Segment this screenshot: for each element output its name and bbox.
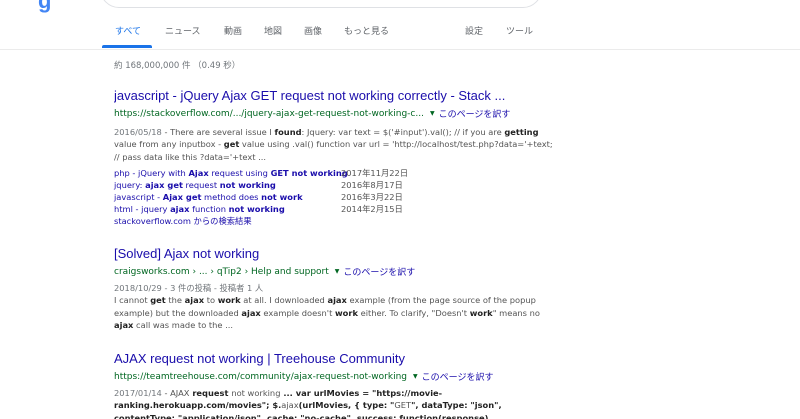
sitelinks: php - jQuery with Ajax request using GET…: [114, 167, 554, 227]
result-snippet: 2016/05/18 - There are several issue I f…: [114, 127, 553, 162]
translate-link[interactable]: このページを訳す: [439, 107, 511, 120]
sitelink[interactable]: javascript - Ajax get method does not wo…: [114, 191, 341, 203]
result-title-link[interactable]: AJAX request not working | Treehouse Com…: [114, 351, 554, 366]
sitelink-date: 2016年3月22日: [341, 192, 403, 203]
sitelink-date: 2014年2月15日: [341, 204, 403, 215]
tab-maps[interactable]: 地図: [264, 24, 282, 37]
result-url: craigsworks.com › ... › qTip2 › Help and…: [114, 266, 329, 277]
result-date: 2018/10/29: [114, 283, 162, 293]
tab-more[interactable]: もっと見る: [344, 24, 389, 37]
search-tabs: すべて ニュース 動画 地図 画像 もっと見る 設定 ツール: [0, 24, 800, 49]
search-result: [Solved] Ajax not working craigsworks.co…: [114, 246, 554, 332]
translate-link[interactable]: このページを訳す: [422, 370, 494, 383]
sitelink[interactable]: php - jQuery with Ajax request using GET…: [114, 167, 348, 179]
result-date: 2017/01/14: [114, 388, 162, 398]
translate-link[interactable]: このページを訳す: [343, 265, 415, 278]
tab-all[interactable]: すべて: [115, 24, 141, 37]
search-result: AJAX request not working | Treehouse Com…: [114, 351, 554, 419]
more-results-link[interactable]: stackoverflow.com からの検索結果: [114, 216, 252, 226]
dropdown-arrow-icon[interactable]: ▼: [335, 268, 340, 275]
result-url: https://teamtreehouse.com/community/ajax…: [114, 371, 408, 382]
dropdown-arrow-icon[interactable]: ▼: [413, 373, 418, 380]
tabs-divider: [0, 49, 800, 50]
result-title-link[interactable]: javascript - jQuery Ajax GET request not…: [114, 88, 554, 103]
result-snippet: 2017/01/14 - AJAX request not working ..…: [114, 388, 502, 419]
result-snippet: 2018/10/29 - 3 件の投稿 - 投稿者 1 人 I cannot g…: [114, 283, 540, 331]
sitelink-date: 2016年8月17日: [341, 180, 403, 191]
search-result: javascript - jQuery Ajax GET request not…: [114, 88, 554, 227]
tab-tools[interactable]: ツール: [506, 24, 533, 37]
sitelink[interactable]: jquery: ajax get request not working: [114, 179, 341, 191]
tab-images[interactable]: 画像: [304, 24, 322, 37]
sitelink-date: 2017年11月22日: [341, 168, 409, 179]
result-title-link[interactable]: [Solved] Ajax not working: [114, 246, 554, 261]
google-logo[interactable]: g: [38, 0, 52, 14]
result-stats: 約 168,000,000 件 （0.49 秒）: [114, 61, 241, 71]
sitelink[interactable]: html - jquery ajax function not working: [114, 203, 341, 215]
active-tab-indicator: [102, 45, 152, 48]
dropdown-arrow-icon[interactable]: ▼: [430, 110, 435, 117]
tab-videos[interactable]: 動画: [224, 24, 242, 37]
search-box[interactable]: [100, 0, 542, 8]
tab-settings[interactable]: 設定: [465, 24, 483, 37]
tab-news[interactable]: ニュース: [165, 24, 201, 37]
result-url: https://stackoverflow.com/.../jquery-aja…: [114, 108, 424, 119]
result-date: 2016/05/18: [114, 127, 162, 137]
result-meta: 3 件の投稿 - 投稿者 1 人: [170, 283, 264, 293]
